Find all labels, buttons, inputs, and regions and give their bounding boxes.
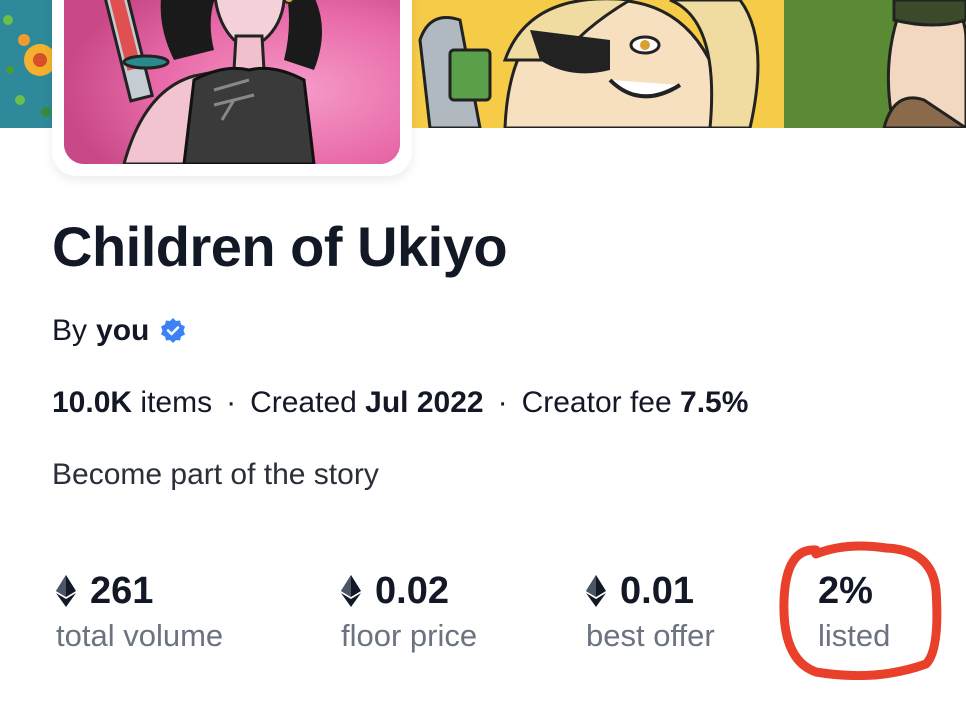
creator-byline: By you — [52, 314, 187, 348]
collection-description: Become part of the story — [52, 458, 379, 491]
stat-value: 0.02 — [375, 569, 449, 612]
by-prefix: By — [52, 314, 88, 347]
stat-label: best offer — [586, 618, 715, 653]
verified-badge-icon — [159, 317, 187, 345]
creator-fee-label: Creator fee — [521, 386, 672, 419]
ethereum-icon — [341, 575, 361, 607]
stat-value: 0.01 — [620, 569, 694, 612]
meta-separator: · — [497, 386, 508, 419]
ethereum-icon — [586, 575, 606, 607]
collection-page: Children of Ukiyo By you 10.0K items · C… — [0, 0, 966, 716]
collection-avatar[interactable] — [64, 0, 400, 164]
stat-value: 2% — [818, 569, 873, 612]
creator-fee-value: 7.5% — [680, 386, 749, 419]
ethereum-icon — [56, 575, 76, 607]
stat-total-volume[interactable]: 261 total volume — [56, 568, 223, 654]
meta-separator: · — [226, 386, 237, 419]
banner-art-tile — [410, 0, 784, 128]
creator-link[interactable]: you — [96, 314, 149, 348]
banner-art-tile — [784, 0, 966, 128]
stat-label: floor price — [341, 618, 478, 653]
collection-title: Children of Ukiyo — [52, 215, 508, 278]
stat-label: listed — [818, 618, 891, 653]
stat-floor-price[interactable]: 0.02 floor price — [341, 568, 477, 654]
stat-best-offer[interactable]: 0.01 best offer — [586, 568, 715, 654]
items-count: 10.0K — [52, 386, 133, 419]
created-label: Created — [250, 386, 357, 419]
created-date: Jul 2022 — [365, 386, 484, 419]
stat-listed[interactable]: 2% listed — [818, 568, 890, 654]
collection-avatar-frame — [52, 0, 412, 176]
collection-meta: 10.0K items · Created Jul 2022 · Creator… — [52, 386, 748, 420]
items-label: items — [140, 386, 213, 419]
stat-value: 261 — [90, 569, 154, 612]
banner-art-tile — [0, 0, 60, 128]
stat-label: total volume — [56, 618, 224, 653]
